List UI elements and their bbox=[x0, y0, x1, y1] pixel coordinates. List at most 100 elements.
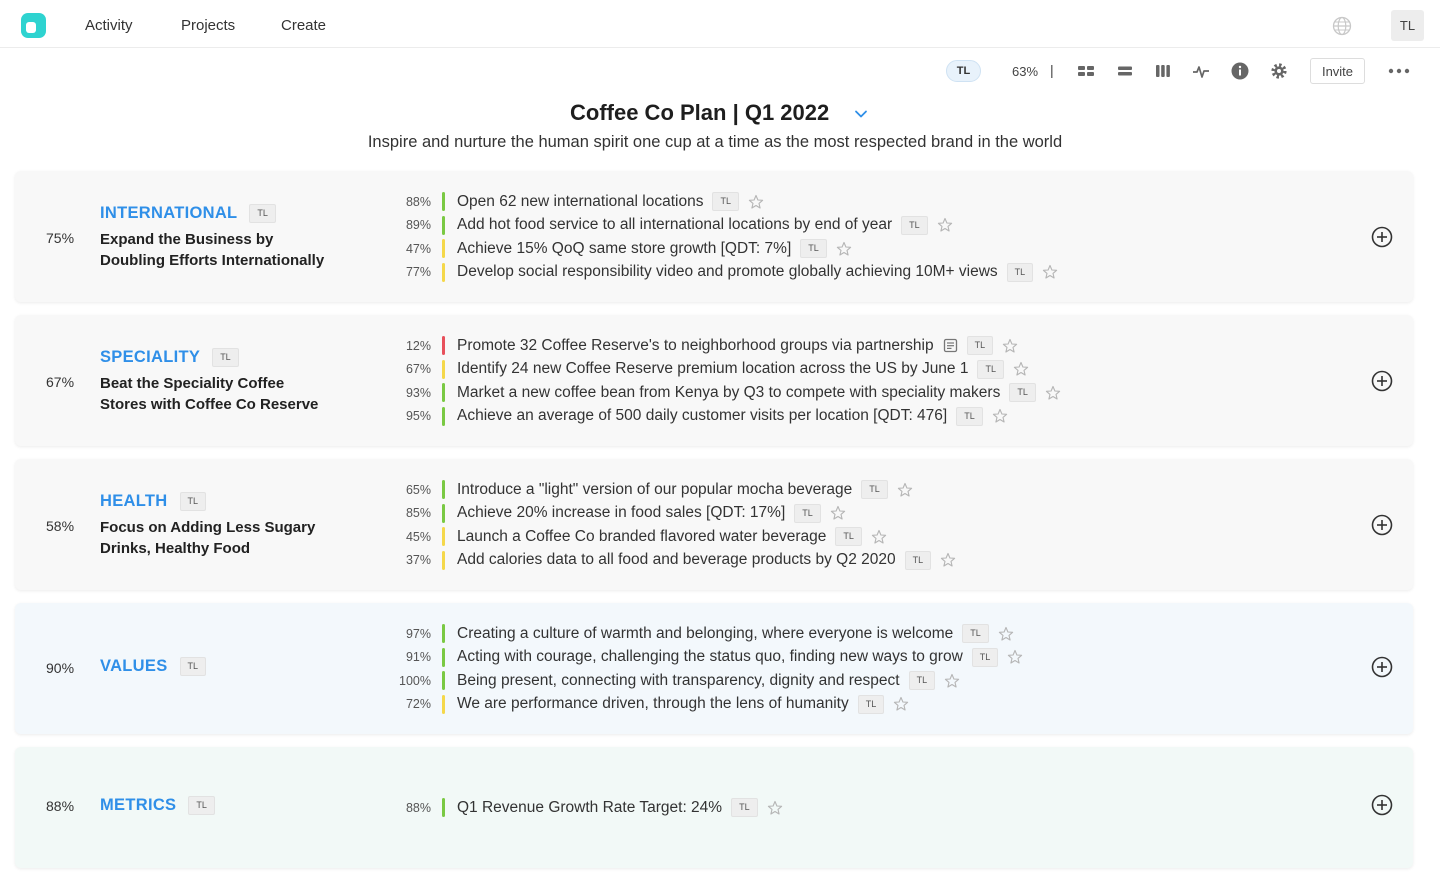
owner-badge[interactable]: TL bbox=[904, 550, 932, 570]
add-circle-icon[interactable] bbox=[1371, 370, 1393, 392]
owner-badge[interactable]: TL bbox=[794, 503, 821, 523]
nav-activity[interactable]: Activity bbox=[85, 17, 133, 34]
key-result-text[interactable]: Open 62 new international locations bbox=[457, 193, 703, 211]
key-result-text[interactable]: Promote 32 Coffee Reserve's to neighborh… bbox=[457, 337, 934, 355]
key-result-text[interactable]: Add hot food service to all internationa… bbox=[457, 216, 892, 234]
star-icon[interactable] bbox=[1042, 264, 1058, 280]
star-icon[interactable] bbox=[871, 529, 887, 545]
objective-description[interactable]: Beat the Speciality Coffee Stores with Co… bbox=[100, 373, 370, 415]
status-bar bbox=[442, 671, 445, 691]
owner-badge[interactable]: TL bbox=[861, 480, 888, 500]
add-circle-icon[interactable] bbox=[1371, 226, 1393, 248]
add-circle-icon[interactable] bbox=[1371, 514, 1393, 536]
objective-progress: 88% bbox=[46, 798, 75, 814]
owner-badge[interactable]: TL bbox=[1009, 383, 1036, 403]
objective-label-text[interactable]: VALUES bbox=[100, 657, 168, 675]
star-icon[interactable] bbox=[748, 194, 764, 210]
owner-badge[interactable]: TL bbox=[800, 239, 827, 259]
key-results-list: 12% Promote 32 Coffee Reserve's to neighb… bbox=[395, 334, 1061, 428]
objective-label-text[interactable]: HEALTH bbox=[100, 492, 168, 510]
star-icon[interactable] bbox=[1002, 338, 1018, 354]
key-result-row: 85% Achieve 20% increase in food sales [Q… bbox=[395, 502, 956, 526]
star-icon[interactable] bbox=[944, 673, 960, 689]
note-icon[interactable] bbox=[943, 338, 958, 353]
owner-badge[interactable]: TL bbox=[179, 657, 207, 677]
star-icon[interactable] bbox=[836, 241, 852, 257]
user-avatar[interactable]: TL bbox=[1391, 10, 1424, 41]
key-result-text[interactable]: Creating a culture of warmth and belongi… bbox=[457, 625, 953, 643]
globe-icon[interactable] bbox=[1332, 16, 1352, 36]
objective-description[interactable]: Focus on Adding Less Sugary Drinks, Healt… bbox=[100, 517, 370, 559]
more-options-icon[interactable] bbox=[1388, 63, 1410, 79]
objective-description-line: Beat the Speciality Coffee bbox=[100, 375, 285, 392]
star-icon[interactable] bbox=[1007, 649, 1023, 665]
key-result-text[interactable]: Acting with courage, challenging the sta… bbox=[457, 648, 963, 666]
owner-badge[interactable]: TL bbox=[731, 798, 758, 818]
key-result-text[interactable]: Being present, connecting with transpare… bbox=[457, 672, 900, 690]
objective-title[interactable]: VALUES TL bbox=[100, 657, 207, 677]
add-circle-icon[interactable] bbox=[1371, 794, 1393, 816]
owner-badge[interactable]: TL bbox=[962, 624, 989, 644]
star-icon[interactable] bbox=[998, 626, 1014, 642]
invite-button[interactable]: Invite bbox=[1310, 58, 1365, 84]
objective-label-text[interactable]: INTERNATIONAL bbox=[100, 204, 237, 222]
key-result-text[interactable]: Market a new coffee bean from Kenya by Q… bbox=[457, 384, 1000, 402]
key-result-text[interactable]: Add calories data to all food and bevera… bbox=[457, 551, 896, 569]
objective-title[interactable]: METRICS TL bbox=[100, 796, 215, 816]
owner-badge[interactable]: TL bbox=[1006, 262, 1034, 282]
owner-badge[interactable]: TL bbox=[971, 647, 999, 667]
owner-badge[interactable]: TL bbox=[835, 527, 862, 547]
grid-view-icon[interactable] bbox=[1077, 62, 1095, 80]
key-result-text[interactable]: Q1 Revenue Growth Rate Target: 24% bbox=[457, 799, 722, 817]
key-result-text[interactable]: Achieve 15% QoQ same store growth [QDT: … bbox=[457, 240, 791, 258]
key-result-text[interactable]: Achieve an average of 500 daily customer… bbox=[457, 407, 947, 425]
plan-title[interactable]: Coffee Co Plan | Q1 2022 bbox=[570, 100, 829, 126]
star-icon[interactable] bbox=[1045, 385, 1061, 401]
status-bar bbox=[442, 503, 445, 523]
objective-label-text[interactable]: METRICS bbox=[100, 796, 176, 814]
key-result-text[interactable]: Achieve 20% increase in food sales [QDT:… bbox=[457, 504, 785, 522]
key-result-text[interactable]: Develop social responsibility video and … bbox=[457, 263, 998, 281]
owner-badge[interactable]: TL bbox=[249, 204, 276, 224]
star-icon[interactable] bbox=[940, 552, 956, 568]
objective-description[interactable]: Expand the Business by Doubling Efforts I… bbox=[100, 229, 370, 271]
objective-title[interactable]: INTERNATIONAL TL bbox=[100, 204, 276, 224]
owner-avatar-chip[interactable]: TL bbox=[946, 60, 981, 82]
key-result-text[interactable]: Introduce a "light" version of our popul… bbox=[457, 481, 852, 499]
owner-badge[interactable]: TL bbox=[212, 348, 239, 368]
star-icon[interactable] bbox=[937, 217, 953, 233]
owner-badge[interactable]: TL bbox=[908, 671, 936, 691]
star-icon[interactable] bbox=[897, 482, 913, 498]
key-result-text[interactable]: Identify 24 new Coffee Reserve premium l… bbox=[457, 360, 968, 378]
info-icon[interactable] bbox=[1231, 62, 1249, 80]
add-circle-icon[interactable] bbox=[1371, 656, 1393, 678]
list-view-icon[interactable] bbox=[1116, 62, 1134, 80]
status-bar bbox=[442, 239, 445, 259]
owner-badge[interactable]: TL bbox=[901, 215, 928, 235]
star-icon[interactable] bbox=[1013, 361, 1029, 377]
star-icon[interactable] bbox=[830, 505, 846, 521]
objective-title[interactable]: HEALTH TL bbox=[100, 492, 207, 512]
chevron-down-icon[interactable] bbox=[853, 107, 869, 121]
nav-projects[interactable]: Projects bbox=[181, 17, 235, 34]
nav-create[interactable]: Create bbox=[281, 17, 326, 34]
star-icon[interactable] bbox=[992, 408, 1008, 424]
column-view-icon[interactable] bbox=[1154, 62, 1172, 80]
key-result-text[interactable]: Launch a Coffee Co branded flavored wate… bbox=[457, 528, 826, 546]
owner-badge[interactable]: TL bbox=[956, 406, 983, 426]
settings-gear-icon[interactable] bbox=[1270, 62, 1288, 80]
objective-title[interactable]: SPECIALITY TL bbox=[100, 348, 239, 368]
owner-badge[interactable]: TL bbox=[977, 359, 1004, 379]
owner-badge[interactable]: TL bbox=[179, 492, 207, 512]
star-icon[interactable] bbox=[767, 800, 783, 816]
star-icon[interactable] bbox=[893, 696, 909, 712]
owner-badge[interactable]: TL bbox=[188, 796, 215, 816]
key-result-progress: 72% bbox=[405, 697, 431, 712]
owner-badge[interactable]: TL bbox=[712, 192, 739, 212]
app-logo[interactable] bbox=[21, 13, 46, 38]
owner-badge[interactable]: TL bbox=[966, 336, 994, 356]
key-result-text[interactable]: We are performance driven, through the l… bbox=[457, 695, 849, 713]
objective-label-text[interactable]: SPECIALITY bbox=[100, 348, 200, 366]
owner-badge[interactable]: TL bbox=[857, 694, 885, 714]
pulse-icon[interactable] bbox=[1192, 62, 1210, 80]
